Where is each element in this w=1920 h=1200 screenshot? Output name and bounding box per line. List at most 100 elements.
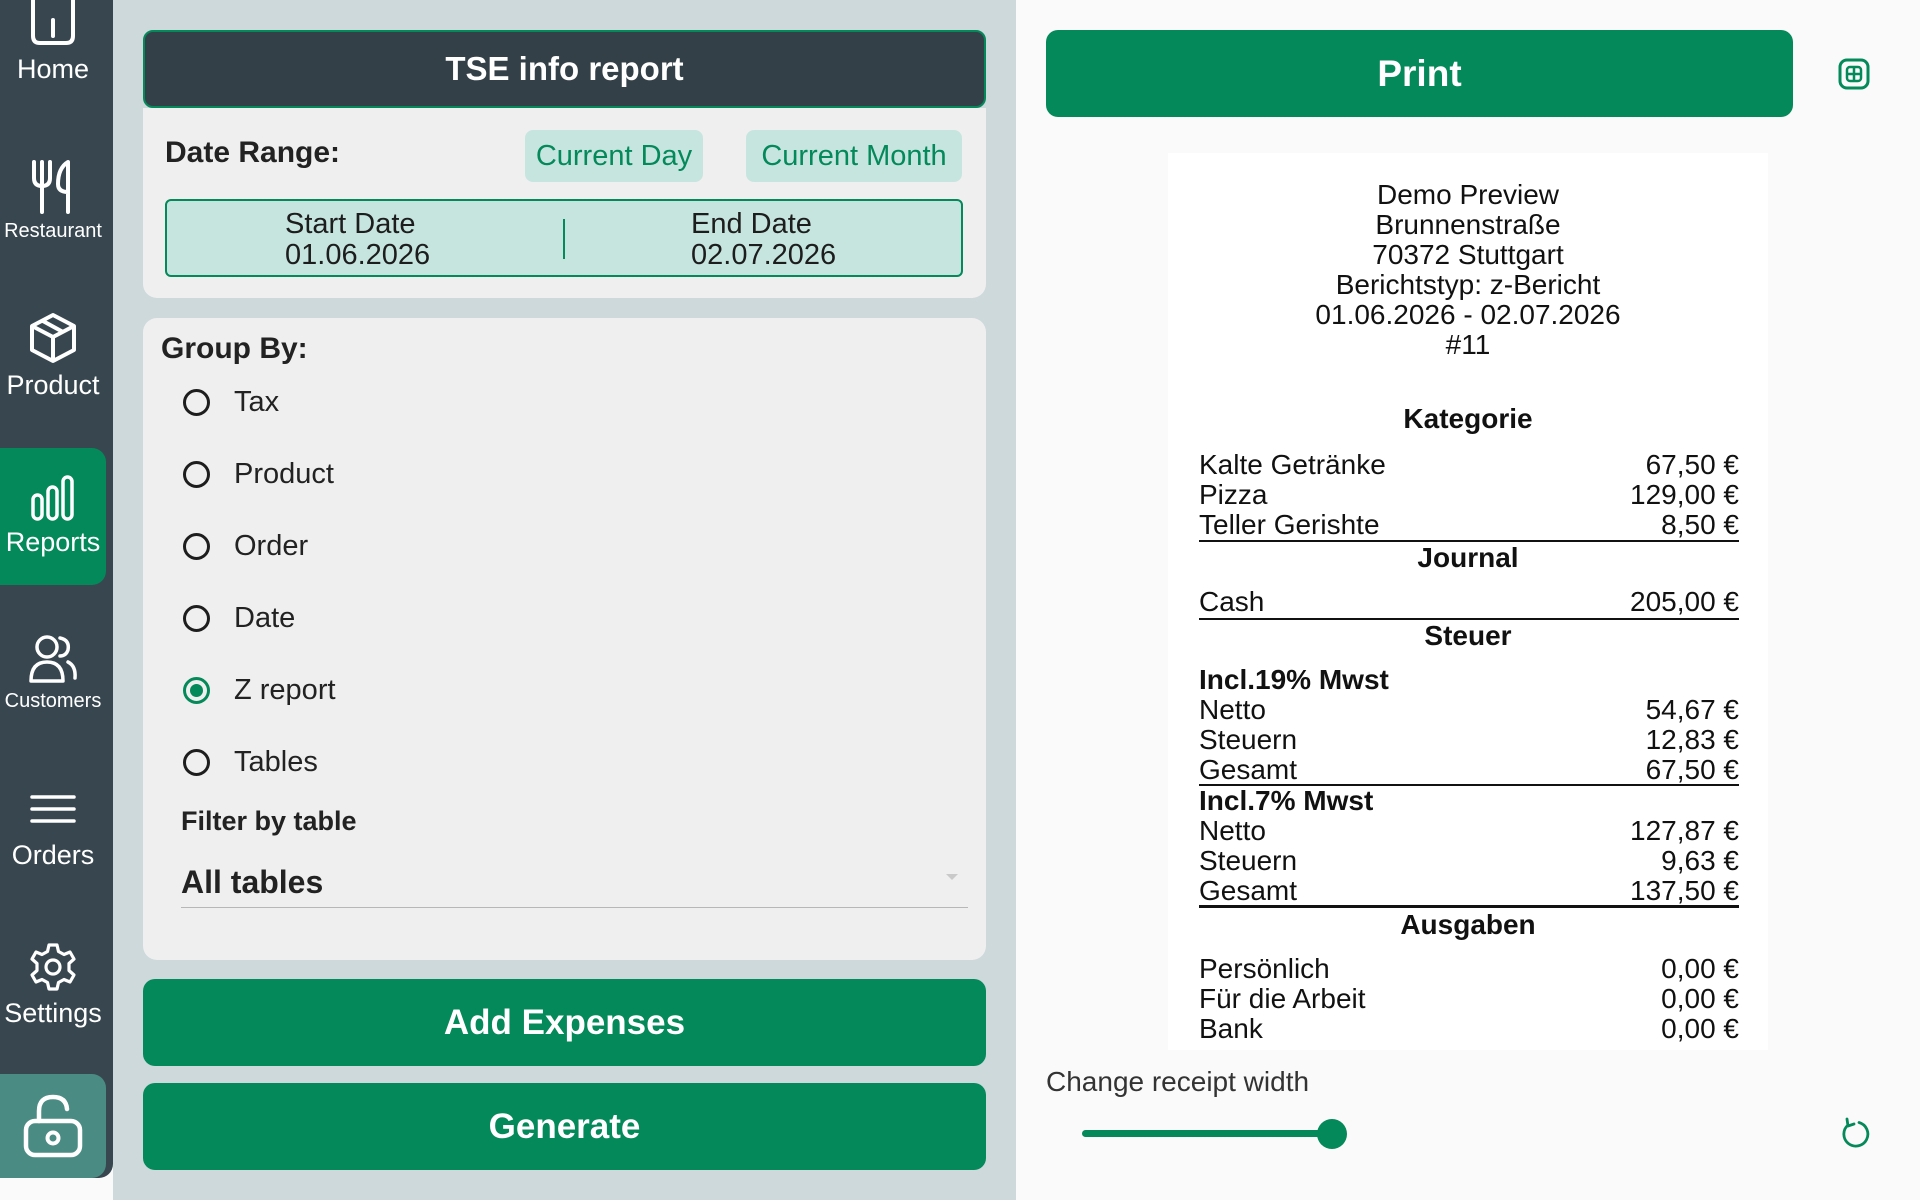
group-option-product[interactable]: Product — [183, 454, 334, 494]
expand-icon[interactable] — [1838, 58, 1870, 90]
receipt-row: Netto 54,67 € — [1199, 695, 1739, 725]
sidebar-item-reports[interactable]: Reports — [0, 448, 106, 585]
radio-button[interactable] — [183, 460, 210, 488]
receipt-header-line: Brunnenstraße — [1375, 209, 1561, 240]
table-filter-value: All tables — [181, 864, 324, 900]
group-option-order[interactable]: Order — [183, 526, 308, 566]
radio-button[interactable] — [183, 748, 210, 776]
sidebar-item-label: Product — [6, 370, 100, 400]
receipt-section-title: Steuer — [1424, 620, 1512, 651]
lock-button[interactable] — [0, 1074, 106, 1178]
receipt-row: Bank 0,00 € — [1199, 1014, 1739, 1044]
start-date-field[interactable]: Start Date 01.06.2026 — [285, 209, 430, 271]
radio-button[interactable] — [183, 532, 210, 560]
receipt-header: Demo Preview Brunnenstraße 70372 Stuttga… — [1168, 180, 1768, 360]
end-date-label: End Date — [691, 208, 812, 240]
menu-lines-icon — [30, 795, 76, 823]
date-range-picker[interactable]: Start Date 01.06.2026 End Date 02.07.202… — [165, 199, 963, 277]
receipt-row: Für die Arbeit 0,00 € — [1199, 984, 1739, 1014]
radio-button-selected[interactable] — [183, 676, 210, 704]
receipt-row: Steuern 9,63 € — [1199, 846, 1739, 876]
table-filter-select[interactable]: All tables — [181, 858, 968, 908]
date-divider — [563, 219, 565, 259]
sidebar-item-settings[interactable]: Settings — [0, 942, 106, 1032]
receipt-row-value: 9,63 € — [1661, 845, 1739, 876]
receipt-row-value: 0,00 € — [1661, 953, 1739, 984]
fork-knife-icon — [32, 160, 70, 214]
receipt-row-name: Netto — [1199, 694, 1266, 725]
box-icon — [30, 313, 76, 363]
receipt-row-name: Cash — [1199, 586, 1265, 617]
sidebar-item-label: Home — [16, 54, 90, 84]
sidebar-item-label: Restaurant — [4, 220, 102, 242]
group-option-date[interactable]: Date — [183, 598, 295, 638]
print-button[interactable]: Print — [1046, 30, 1793, 117]
receipt-section-title: Ausgaben — [1400, 909, 1536, 940]
receipt-preview: Demo Preview Brunnenstraße 70372 Stuttga… — [1168, 153, 1768, 1050]
receipt-row-value: 12,83 € — [1645, 724, 1739, 755]
gear-icon — [30, 943, 76, 991]
end-date-field[interactable]: End Date 02.07.2026 — [691, 209, 836, 271]
lock-icon — [23, 1094, 83, 1158]
receipt-row: Teller Gerishte 8,50 € — [1199, 510, 1739, 542]
sidebar-item-label: Orders — [11, 840, 95, 870]
group-option-label: Date — [234, 601, 296, 634]
home-icon — [31, 0, 75, 45]
receipt-row: Netto 127,87 € — [1199, 816, 1739, 846]
receipt-preview-panel: Print Demo Preview Brunnenstraße 70372 S… — [1016, 0, 1920, 1200]
date-range-label: Date Range: — [165, 136, 341, 169]
receipt-row-name: Netto — [1199, 815, 1266, 846]
receipt-row-name: Gesamt — [1199, 754, 1298, 785]
sidebar-item-product[interactable]: Product — [0, 312, 106, 412]
receipt-row: Cash 205,00 € — [1199, 587, 1739, 620]
start-date-value: 01.06.2026 — [285, 239, 431, 271]
change-receipt-width-label: Change receipt width — [1046, 1066, 1310, 1097]
slider-track — [1082, 1130, 1333, 1137]
receipt-row-value: 54,67 € — [1645, 694, 1739, 725]
group-option-label: Tax — [234, 385, 280, 418]
receipt-row-value: 129,00 € — [1630, 479, 1739, 510]
generate-button[interactable]: Generate — [143, 1083, 986, 1170]
receipt-width-slider[interactable] — [1082, 1119, 1406, 1149]
receipt-row: Steuern 12,83 € — [1199, 725, 1739, 755]
receipt-row-value: 205,00 € — [1630, 586, 1739, 617]
receipt-row-value: 127,87 € — [1630, 815, 1739, 846]
receipt-row-value: 0,00 € — [1661, 1013, 1739, 1044]
group-by-label: Group By: — [161, 332, 308, 365]
receipt-row-value: 0,00 € — [1661, 983, 1739, 1014]
receipt-header-line: 70372 Stuttgart — [1372, 239, 1564, 270]
receipt-row-value: 8,50 € — [1661, 509, 1739, 540]
slider-thumb[interactable] — [1317, 1119, 1348, 1149]
group-option-label: Z report — [234, 673, 336, 706]
sidebar-item-orders[interactable]: Orders — [0, 794, 106, 874]
group-option-z-report[interactable]: Z report — [183, 670, 336, 710]
receipt-row: Persönlich 0,00 € — [1199, 954, 1739, 984]
receipt-header-line: 01.06.2026 - 02.07.2026 — [1315, 299, 1621, 330]
receipt-row-name: Kalte Getränke — [1199, 449, 1386, 480]
receipt-row: Pizza 129,00 € — [1199, 480, 1739, 510]
current-month-button[interactable]: Current Month — [746, 130, 962, 182]
reset-icon[interactable] — [1838, 1117, 1872, 1151]
receipt-row-value: 137,50 € — [1630, 875, 1739, 906]
receipt-row: Gesamt 137,50 € — [1199, 876, 1739, 908]
receipt-section-title: Kategorie — [1403, 403, 1533, 434]
receipt-header-line: Berichtstyp: z-Bericht — [1335, 269, 1601, 300]
radio-button[interactable] — [183, 388, 210, 416]
group-option-label: Tables — [234, 745, 318, 778]
radio-button[interactable] — [183, 604, 210, 632]
receipt-section-title: Journal — [1417, 542, 1519, 573]
add-expenses-button[interactable]: Add Expenses — [143, 979, 986, 1066]
group-option-tables[interactable]: Tables — [183, 742, 318, 782]
sidebar-item-restaurant[interactable]: Restaurant — [0, 160, 106, 250]
end-date-value: 02.07.2026 — [691, 239, 837, 271]
group-by-card: Group By: Tax Product Order Date Z repor… — [143, 318, 986, 960]
group-option-label: Product — [234, 457, 334, 490]
sidebar-item-home[interactable]: Home — [0, 0, 106, 110]
receipt-row-name: Steuern — [1199, 845, 1298, 876]
receipt-row: Gesamt 67,50 € — [1199, 755, 1739, 786]
sidebar-item-customers[interactable]: Customers — [0, 634, 106, 724]
receipt-row-value: 67,50 € — [1645, 449, 1739, 480]
current-day-button[interactable]: Current Day — [525, 130, 703, 182]
group-option-tax[interactable]: Tax — [183, 382, 279, 422]
receipt-row-name: Bank — [1199, 1013, 1263, 1044]
